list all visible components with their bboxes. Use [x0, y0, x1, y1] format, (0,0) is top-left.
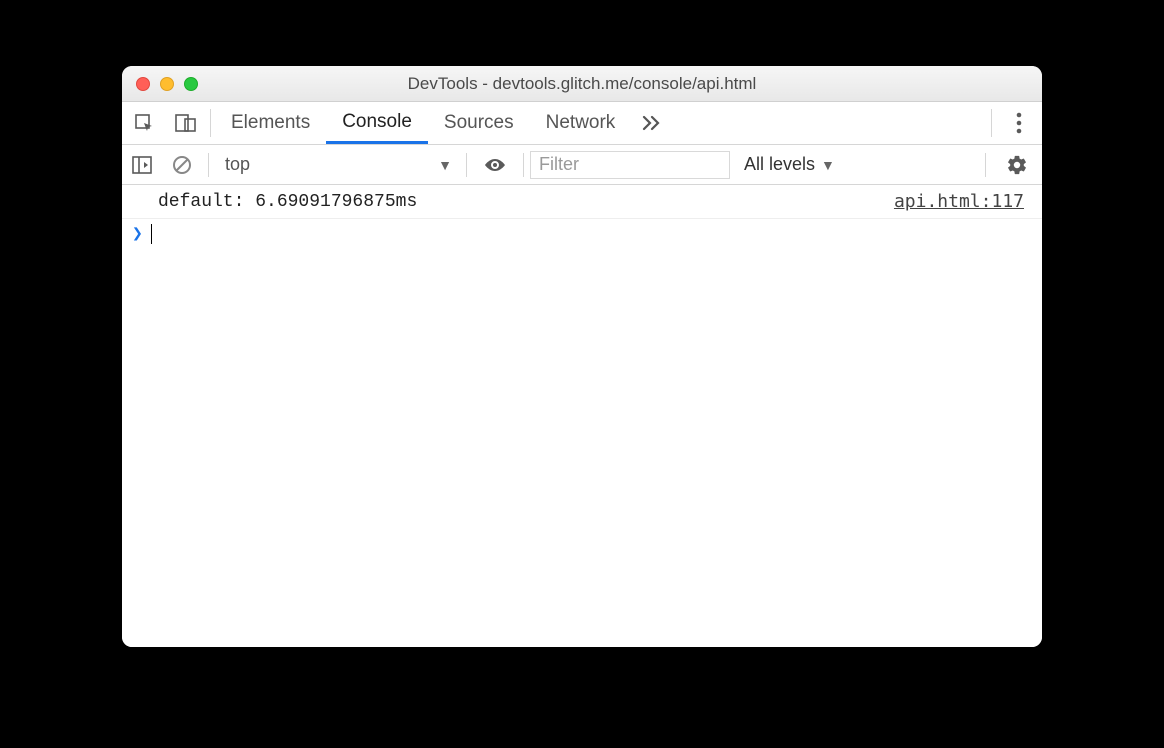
clear-console-icon[interactable]	[162, 145, 202, 184]
log-source-link[interactable]: api.html:117	[894, 191, 1024, 212]
inspect-icon[interactable]	[122, 102, 166, 144]
console-output: default: 6.69091796875ms api.html:117 ❯	[122, 185, 1042, 647]
tabs-toolbar: Elements Console Sources Network	[122, 102, 1042, 145]
chevron-down-icon: ▼	[821, 157, 835, 173]
close-window-button[interactable]	[136, 77, 150, 91]
live-expression-icon[interactable]	[473, 145, 517, 184]
console-prompt[interactable]: ❯	[122, 219, 1042, 249]
traffic-lights	[122, 77, 198, 91]
console-toolbar: top ▼ All levels ▼	[122, 145, 1042, 185]
prompt-chevron-icon: ❯	[132, 223, 143, 245]
tab-label: Network	[546, 112, 616, 134]
spacer	[671, 102, 987, 144]
tab-label: Sources	[444, 112, 514, 134]
device-toolbar-icon[interactable]	[166, 102, 206, 144]
minimize-window-button[interactable]	[160, 77, 174, 91]
tab-console[interactable]: Console	[326, 102, 428, 144]
settings-menu-button[interactable]	[996, 102, 1042, 144]
divider	[208, 153, 209, 177]
panel-tabs: Elements Console Sources Network	[215, 102, 631, 144]
divider	[210, 109, 211, 137]
console-log-entry[interactable]: default: 6.69091796875ms api.html:117	[122, 185, 1042, 219]
titlebar: DevTools - devtools.glitch.me/console/ap…	[122, 66, 1042, 102]
divider	[466, 153, 467, 177]
levels-label: All levels	[744, 154, 815, 175]
tab-label: Console	[342, 111, 412, 133]
tab-sources[interactable]: Sources	[428, 102, 530, 144]
window-title: DevTools - devtools.glitch.me/console/ap…	[122, 74, 1042, 94]
tab-elements[interactable]: Elements	[215, 102, 326, 144]
context-label: top	[225, 154, 250, 175]
divider	[991, 109, 992, 137]
filter-input-wrapper	[530, 151, 730, 179]
filter-input[interactable]	[539, 154, 721, 175]
execution-context-selector[interactable]: top ▼	[215, 154, 460, 175]
text-cursor	[151, 224, 152, 244]
devtools-window: DevTools - devtools.glitch.me/console/ap…	[122, 66, 1042, 647]
log-message: default: 6.69091796875ms	[158, 192, 417, 212]
divider	[985, 153, 986, 177]
log-level-selector[interactable]: All levels ▼	[730, 154, 849, 175]
toggle-console-sidebar-icon[interactable]	[122, 145, 162, 184]
divider	[523, 153, 524, 177]
tab-label: Elements	[231, 112, 310, 134]
more-tabs-button[interactable]	[631, 102, 671, 144]
chevron-down-icon: ▼	[438, 157, 452, 173]
zoom-window-button[interactable]	[184, 77, 198, 91]
console-settings-icon[interactable]	[992, 145, 1042, 184]
tab-network[interactable]: Network	[530, 102, 632, 144]
